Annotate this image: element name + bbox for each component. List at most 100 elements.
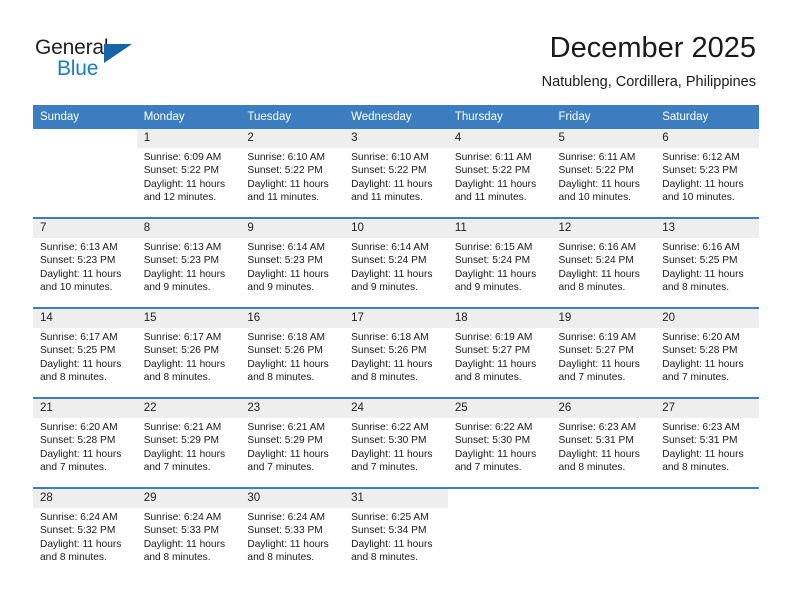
daylight-text-line2: and 8 minutes. (247, 372, 315, 384)
sunrise-text: Sunrise: 6:23 AM (662, 422, 740, 433)
daylight-text-line2: and 7 minutes. (247, 462, 315, 474)
calendar-day-cell[interactable]: 31 Sunrise: 6:25 AM Sunset: 5:34 PM Dayl… (344, 487, 448, 577)
calendar-day-cell[interactable]: 15 Sunrise: 6:17 AM Sunset: 5:26 PM Dayl… (136, 307, 241, 398)
sunset-text: Sunset: 5:27 PM (558, 345, 634, 357)
calendar-day-cell[interactable]: 13 Sunrise: 6:16 AM Sunset: 5:25 PM Dayl… (655, 217, 759, 308)
daylight-text-line1: Daylight: 11 hours (454, 358, 537, 370)
calendar-day-cell[interactable]: 2 Sunrise: 6:10 AM Sunset: 5:22 PM Dayli… (240, 129, 345, 218)
daylight-text-line2: and 8 minutes. (143, 552, 211, 564)
day-details: Sunrise: 6:25 AM Sunset: 5:34 PM Dayligh… (344, 508, 448, 565)
calendar-body: 1 Sunrise: 6:09 AM Sunset: 5:22 PM Dayli… (33, 129, 759, 577)
calendar-day-cell[interactable]: 19 Sunrise: 6:19 AM Sunset: 5:27 PM Dayl… (551, 307, 656, 398)
daylight-text-line1: Daylight: 11 hours (351, 358, 433, 370)
day-number (33, 129, 137, 148)
daylight-text-line1: Daylight: 11 hours (558, 358, 640, 370)
day-number: 11 (447, 219, 552, 238)
calendar-day-cell[interactable]: 30 Sunrise: 6:24 AM Sunset: 5:33 PM Dayl… (240, 487, 345, 577)
day-number: 13 (655, 219, 759, 238)
daylight-text-line1: Daylight: 11 hours (247, 538, 329, 550)
day-details: Sunrise: 6:16 AM Sunset: 5:25 PM Dayligh… (655, 238, 759, 295)
calendar-day-cell[interactable]: 20 Sunrise: 6:20 AM Sunset: 5:28 PM Dayl… (655, 307, 759, 398)
calendar-day-cell[interactable]: 6 Sunrise: 6:12 AM Sunset: 5:23 PM Dayli… (655, 129, 759, 218)
calendar-day-cell[interactable]: 25 Sunrise: 6:22 AM Sunset: 5:30 PM Dayl… (447, 397, 552, 488)
calendar-day-cell[interactable]: 10 Sunrise: 6:14 AM Sunset: 5:24 PM Dayl… (344, 217, 448, 308)
calendar-day-cell[interactable]: 3 Sunrise: 6:10 AM Sunset: 5:22 PM Dayli… (344, 129, 448, 218)
calendar-day-cell[interactable]: 16 Sunrise: 6:18 AM Sunset: 5:26 PM Dayl… (240, 307, 345, 398)
day-number: 9 (240, 219, 345, 238)
calendar-day-cell[interactable]: 12 Sunrise: 6:16 AM Sunset: 5:24 PM Dayl… (551, 217, 656, 308)
daylight-text-line1: Daylight: 11 hours (558, 178, 640, 190)
brand-logo[interactable]: General Blue (35, 36, 215, 88)
daylight-text-line1: Daylight: 11 hours (662, 178, 744, 190)
page-subtitle: Natubleng, Cordillera, Philippines (541, 74, 756, 90)
daylight-text-line1: Daylight: 11 hours (247, 358, 329, 370)
sunset-text: Sunset: 5:26 PM (351, 345, 427, 357)
calendar-day-cell[interactable]: 5 Sunrise: 6:11 AM Sunset: 5:22 PM Dayli… (551, 129, 656, 218)
day-number: 12 (551, 219, 656, 238)
sunset-text: Sunset: 5:34 PM (351, 525, 427, 537)
sunrise-text: Sunrise: 6:10 AM (247, 152, 325, 163)
calendar-day-cell[interactable]: 7 Sunrise: 6:13 AM Sunset: 5:23 PM Dayli… (33, 217, 137, 308)
sunrise-text: Sunrise: 6:12 AM (662, 152, 740, 163)
calendar-day-cell[interactable]: 9 Sunrise: 6:14 AM Sunset: 5:23 PM Dayli… (240, 217, 345, 308)
calendar-day-cell[interactable]: 18 Sunrise: 6:19 AM Sunset: 5:27 PM Dayl… (447, 307, 552, 398)
daylight-text-line2: and 7 minutes. (558, 372, 626, 384)
day-number: 4 (447, 129, 552, 148)
daylight-text-line1: Daylight: 11 hours (662, 448, 744, 460)
calendar-day-cell[interactable]: 4 Sunrise: 6:11 AM Sunset: 5:22 PM Dayli… (447, 129, 552, 218)
sunrise-text: Sunrise: 6:19 AM (558, 332, 637, 343)
calendar-day-cell[interactable]: 23 Sunrise: 6:21 AM Sunset: 5:29 PM Dayl… (240, 397, 345, 488)
day-details: Sunrise: 6:24 AM Sunset: 5:33 PM Dayligh… (240, 508, 344, 565)
calendar-day-cell[interactable]: 11 Sunrise: 6:15 AM Sunset: 5:24 PM Dayl… (447, 217, 552, 308)
day-details: Sunrise: 6:24 AM Sunset: 5:33 PM Dayligh… (137, 508, 241, 565)
daylight-text-line2: and 9 minutes. (247, 282, 315, 294)
calendar-day-cell[interactable]: 1 Sunrise: 6:09 AM Sunset: 5:22 PM Dayli… (136, 129, 241, 218)
sunrise-text: Sunrise: 6:14 AM (247, 242, 325, 253)
calendar-day-cell[interactable]: 28 Sunrise: 6:24 AM Sunset: 5:32 PM Dayl… (33, 487, 137, 577)
sunset-text: Sunset: 5:25 PM (662, 255, 738, 267)
sunrise-text: Sunrise: 6:22 AM (351, 422, 429, 433)
daylight-text-line2: and 7 minutes. (143, 462, 211, 474)
daylight-text-line2: and 10 minutes. (40, 282, 113, 294)
daylight-text-line2: and 8 minutes. (662, 282, 730, 294)
day-number: 29 (136, 489, 241, 508)
daylight-text-line2: and 8 minutes. (40, 552, 107, 564)
day-details: Sunrise: 6:13 AM Sunset: 5:23 PM Dayligh… (137, 238, 241, 295)
sunset-text: Sunset: 5:33 PM (143, 525, 220, 537)
daylight-text-line1: Daylight: 11 hours (40, 268, 122, 280)
daylight-text-line1: Daylight: 11 hours (143, 358, 226, 370)
sunrise-text: Sunrise: 6:09 AM (143, 152, 222, 163)
calendar-day-cell[interactable]: 14 Sunrise: 6:17 AM Sunset: 5:25 PM Dayl… (33, 307, 137, 398)
calendar-day-cell[interactable]: 17 Sunrise: 6:18 AM Sunset: 5:26 PM Dayl… (344, 307, 448, 398)
sunrise-text: Sunrise: 6:24 AM (247, 512, 325, 523)
calendar-day-cell[interactable]: 29 Sunrise: 6:24 AM Sunset: 5:33 PM Dayl… (136, 487, 241, 577)
day-number: 22 (136, 399, 241, 418)
calendar-week-row: 28 Sunrise: 6:24 AM Sunset: 5:32 PM Dayl… (33, 487, 759, 577)
weekday-header-tuesday: Tuesday (240, 105, 345, 129)
day-number: 18 (447, 309, 552, 328)
calendar-day-cell[interactable]: 24 Sunrise: 6:22 AM Sunset: 5:30 PM Dayl… (344, 397, 448, 488)
sunset-text: Sunset: 5:23 PM (143, 255, 220, 267)
day-details: Sunrise: 6:24 AM Sunset: 5:32 PM Dayligh… (33, 508, 137, 565)
day-details: Sunrise: 6:11 AM Sunset: 5:22 PM Dayligh… (552, 148, 656, 205)
calendar-day-cell[interactable]: 21 Sunrise: 6:20 AM Sunset: 5:28 PM Dayl… (33, 397, 137, 488)
day-number: 3 (344, 129, 448, 148)
calendar-day-cell[interactable]: 22 Sunrise: 6:21 AM Sunset: 5:29 PM Dayl… (136, 397, 241, 488)
weekday-header-sunday: Sunday (33, 105, 137, 129)
day-number: 17 (344, 309, 448, 328)
calendar-day-cell[interactable]: 8 Sunrise: 6:13 AM Sunset: 5:23 PM Dayli… (136, 217, 241, 308)
day-details: Sunrise: 6:18 AM Sunset: 5:26 PM Dayligh… (344, 328, 448, 385)
daylight-text-line1: Daylight: 11 hours (40, 358, 122, 370)
calendar-day-cell[interactable]: 26 Sunrise: 6:23 AM Sunset: 5:31 PM Dayl… (551, 397, 656, 488)
daylight-text-line2: and 7 minutes. (40, 462, 107, 474)
daylight-text-line2: and 8 minutes. (662, 462, 730, 474)
calendar-day-cell[interactable]: 27 Sunrise: 6:23 AM Sunset: 5:31 PM Dayl… (655, 397, 759, 488)
day-number: 26 (551, 399, 656, 418)
daylight-text-line1: Daylight: 11 hours (662, 268, 744, 280)
sunset-text: Sunset: 5:30 PM (454, 435, 531, 447)
blue-triangle-flag-icon (104, 44, 132, 63)
daylight-text-line1: Daylight: 11 hours (662, 358, 744, 370)
day-details: Sunrise: 6:21 AM Sunset: 5:29 PM Dayligh… (137, 418, 241, 475)
sunset-text: Sunset: 5:22 PM (143, 165, 220, 177)
daylight-text-line2: and 7 minutes. (662, 372, 730, 384)
